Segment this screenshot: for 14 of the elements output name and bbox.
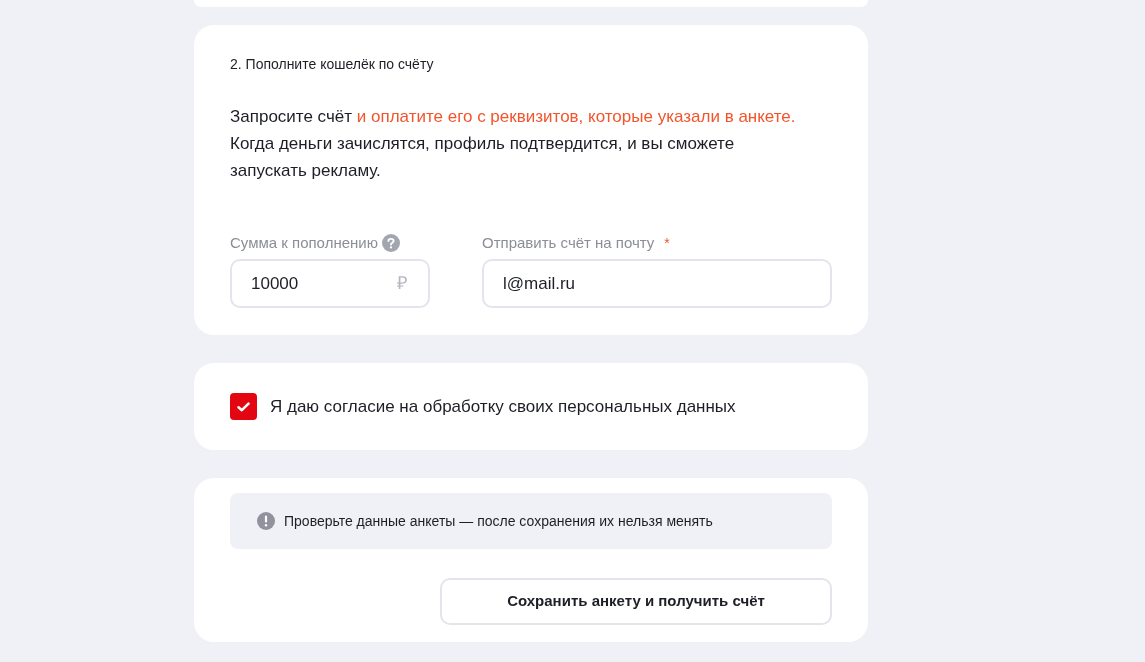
instructions-text: Запросите счёт и оплатите его с реквизитов, которые указали в анкете. Когда деньги зачислятся, профиль подтвердится, и вы сможете запускать рекламу. — [230, 106, 797, 182]
save-button[interactable]: Сохранить анкету и получить счёт — [440, 578, 832, 625]
field-label: Отправить счёт на почту — [482, 232, 655, 253]
amount-field[interactable]: 10000 ₽ — [230, 259, 430, 308]
email-field[interactable]: l@mail.ru — [482, 259, 832, 308]
field-label: Сумма к пополнению — [230, 232, 378, 253]
currency-sign: ₽ — [397, 272, 407, 295]
step-title: 2. Пополните кошелёк по счёту — [230, 55, 435, 73]
consent-label: Я даю согласие на обработку своих персональных данных — [270, 395, 736, 418]
required-mark: * — [664, 233, 670, 253]
checkbox[interactable] — [230, 393, 257, 420]
check-icon — [237, 401, 250, 412]
warning-icon — [257, 512, 275, 530]
notice-text: Проверьте данные анкеты — после сохранения их нельзя менять — [284, 511, 713, 531]
